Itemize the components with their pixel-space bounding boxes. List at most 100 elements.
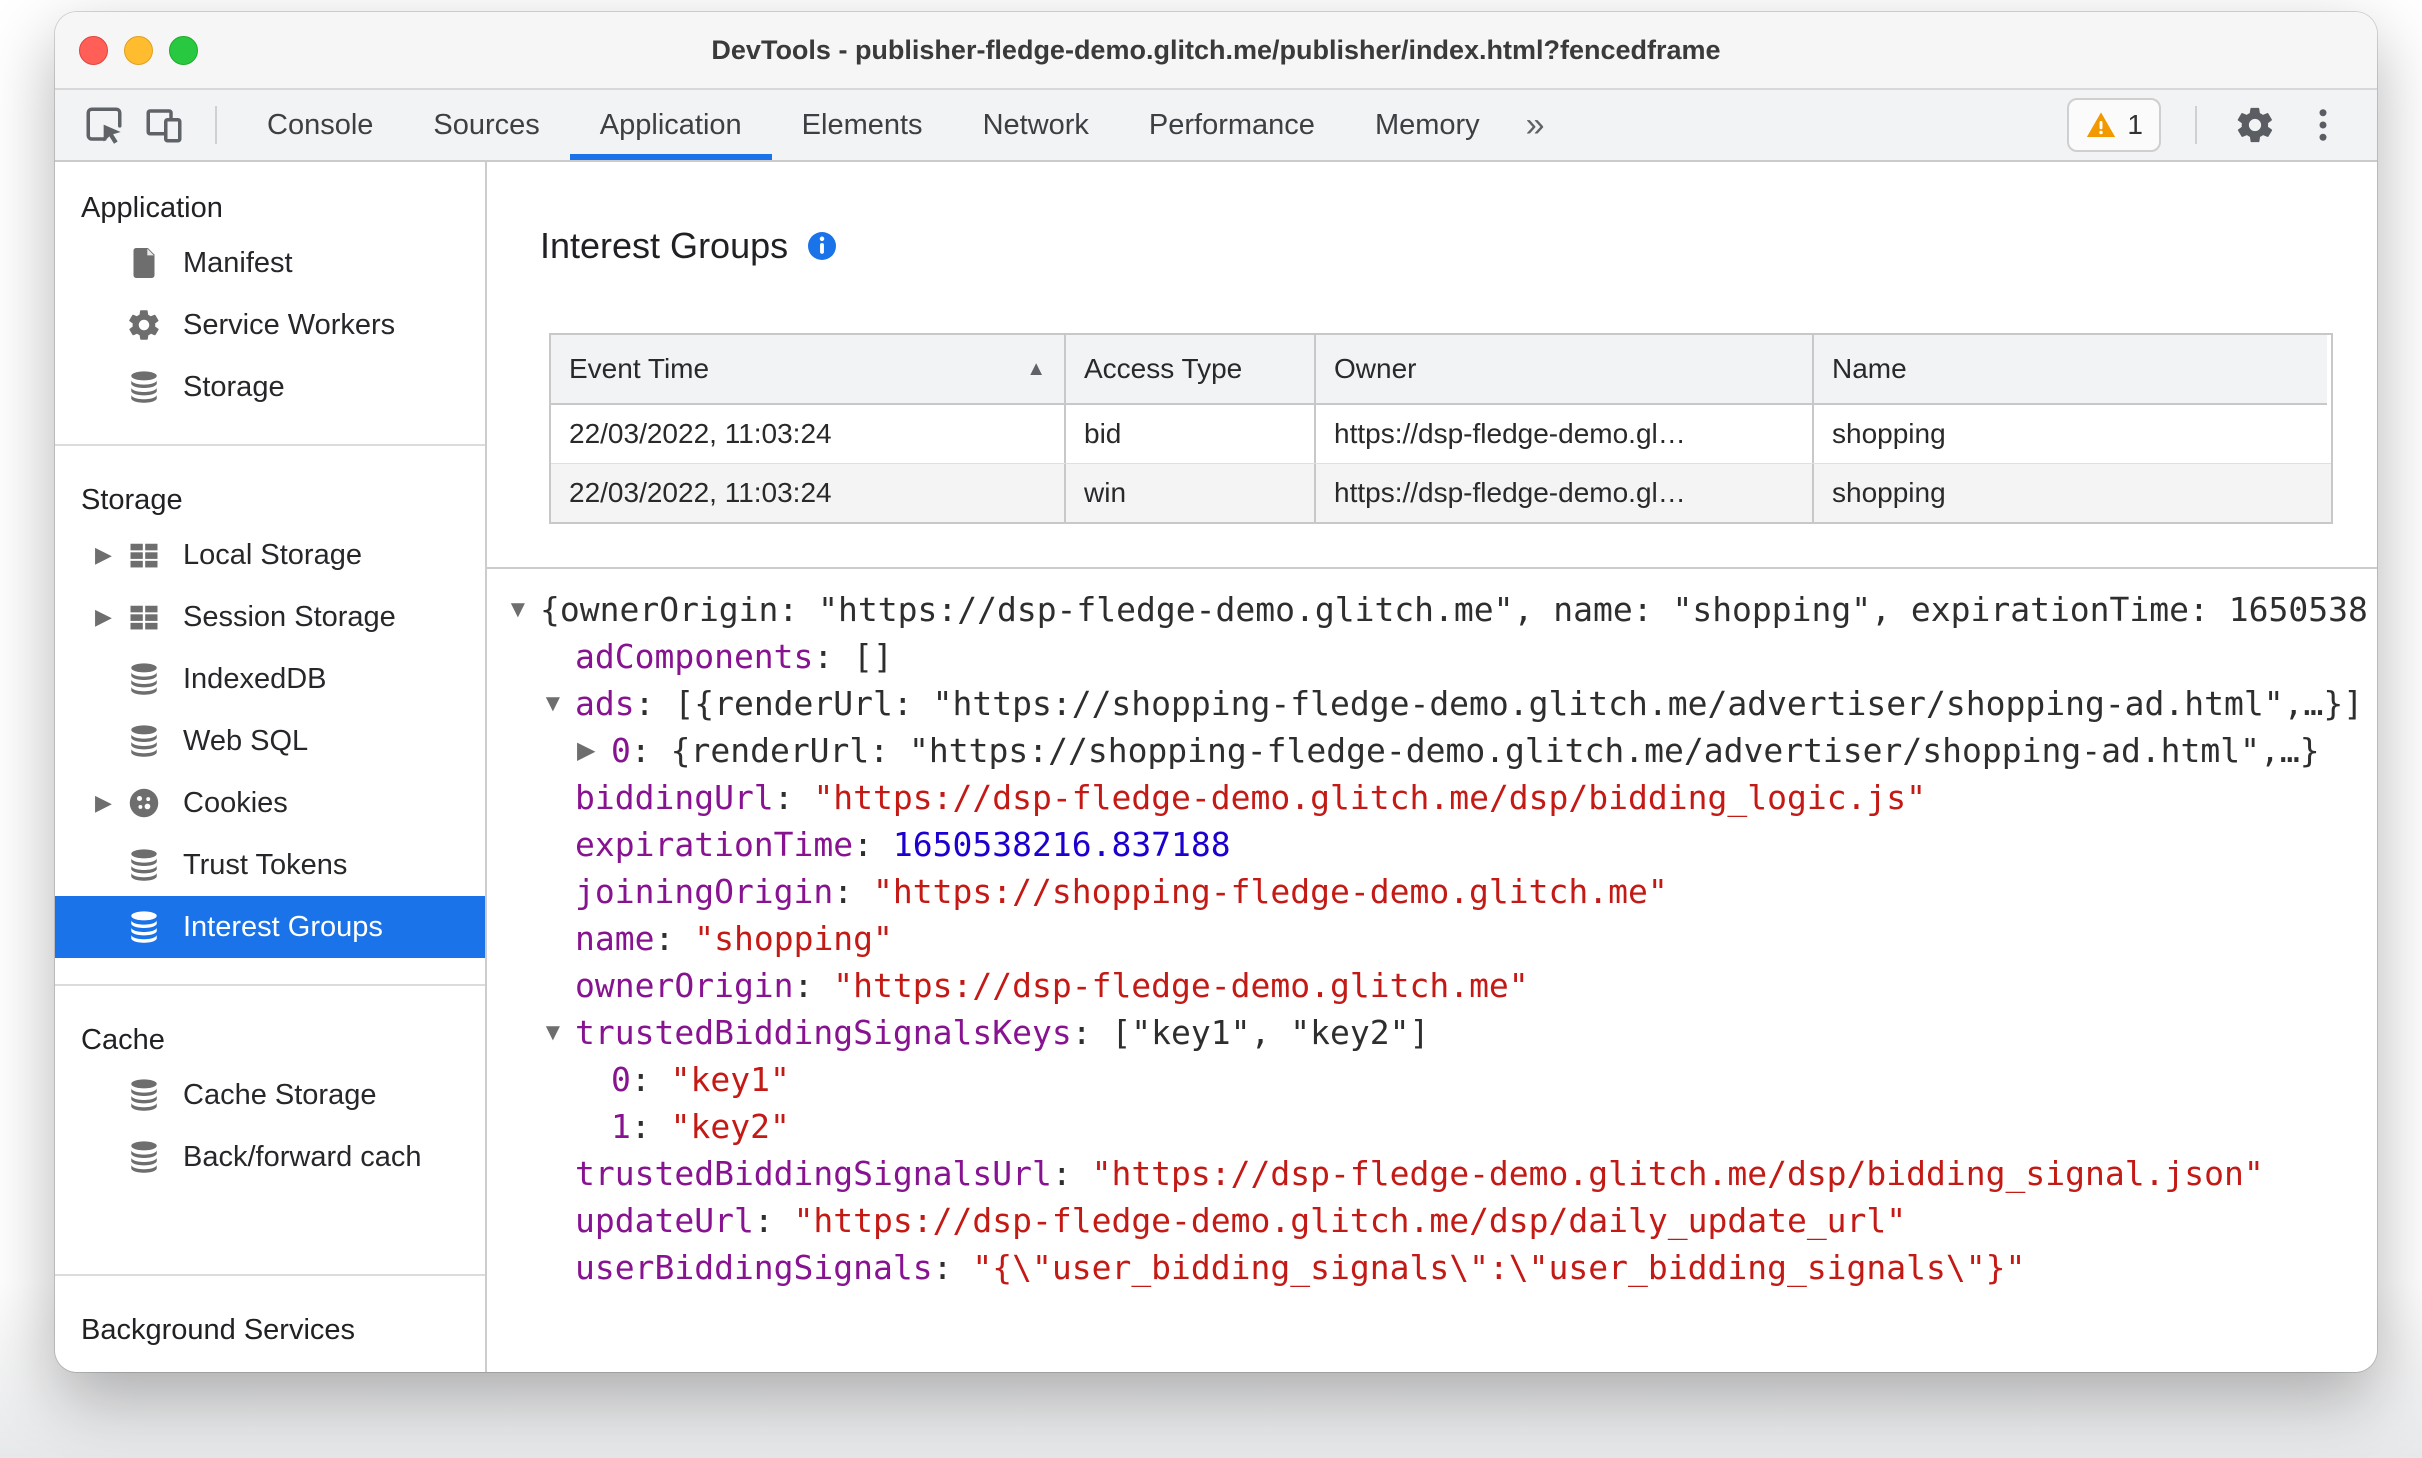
tab-memory[interactable]: Memory (1345, 90, 1510, 160)
database-icon (125, 908, 163, 946)
collapse-arrow-icon[interactable]: ▼ (541, 1009, 565, 1056)
devtools-window: DevTools - publisher-fledge-demo.glitch.… (55, 12, 2377, 1372)
tree-line[interactable]: ▼ ads: [{renderUrl: "https://shopping-fle… (487, 680, 2377, 727)
gear-icon (125, 306, 163, 344)
tree-line[interactable]: updateUrl: "https://dsp-fledge-demo.glit… (487, 1197, 2377, 1244)
sidebar-item-manifest[interactable]: Manifest (55, 232, 485, 294)
token-plain: : {renderUrl: "https://shopping-fledge-d… (630, 731, 2320, 770)
section-title: Storage (81, 483, 183, 516)
column-header-label: Name (1832, 353, 1907, 384)
device-toolbar-icon[interactable] (141, 102, 187, 148)
token-plain: : [] (813, 637, 893, 676)
info-icon[interactable] (806, 230, 838, 262)
sidebar-item-label: Session Storage (183, 600, 396, 633)
column-header-label: Access Type (1084, 353, 1243, 384)
tab-application[interactable]: Application (569, 90, 772, 160)
column-header-label: Event Time (569, 353, 710, 384)
token-string: "shopping" (694, 919, 893, 958)
expand-arrow-icon[interactable]: ▶ (577, 727, 595, 774)
tree-line[interactable]: ownerOrigin: "https://dsp-fledge-demo.gl… (487, 962, 2377, 1009)
kebab-menu-icon[interactable] (2299, 101, 2347, 149)
close-window-button[interactable] (79, 35, 108, 65)
toolbar-right-icons: 1 (2067, 90, 2377, 160)
expand-arrow-icon[interactable]: ▶ (95, 604, 125, 630)
tree-line[interactable]: trustedBiddingSignalsUrl: "https://dsp-f… (487, 1150, 2377, 1197)
token-plain: : (753, 1201, 794, 1240)
settings-gear-icon[interactable] (2231, 101, 2279, 149)
sidebar-item-local-storage[interactable]: ▶ Local Storage (55, 524, 485, 586)
tree-line[interactable]: name: "shopping" (487, 915, 2377, 962)
tree-line[interactable]: 0: "key1" (487, 1056, 2377, 1103)
minimize-window-button[interactable] (124, 35, 153, 65)
sidebar-item-indexeddb[interactable]: IndexedDB (55, 648, 485, 710)
sidebar-item-cache-storage[interactable]: Cache Storage (55, 1064, 485, 1126)
tree-line[interactable]: userBiddingSignals: "{\"user_bidding_sig… (487, 1244, 2377, 1291)
token-plain: : [{renderUrl: "https://shopping-fledge-… (634, 684, 2364, 723)
tree-line[interactable]: ▼ {ownerOrigin: "https://dsp-fledge-demo.… (487, 586, 2377, 633)
sidebar-item-label: Local Storage (183, 538, 362, 571)
toolbar-separator (2195, 106, 2197, 144)
sidebar-item-session-storage[interactable]: ▶ Session Storage (55, 586, 485, 648)
tree-line[interactable]: biddingUrl: "https://dsp-fledge-demo.gli… (487, 774, 2377, 821)
sidebar-item-interest-groups[interactable]: Interest Groups (55, 896, 485, 958)
events-table: Event Time ▲ Access Type Owner Name 22/03/20… (549, 333, 2333, 524)
sidebar-item-service-workers[interactable]: Service Workers (55, 294, 485, 356)
token-plain: : (654, 919, 695, 958)
tree-line[interactable]: 1: "key2" (487, 1103, 2377, 1150)
sidebar-item-web-sql[interactable]: Web SQL (55, 710, 485, 772)
grid-icon (125, 536, 163, 574)
sidebar-item-label: Back/forward cach (183, 1140, 422, 1173)
tree-line[interactable]: ▶ 0: {renderUrl: "https://shopping-fledge… (487, 727, 2377, 774)
column-header-access-type[interactable]: Access Type (1066, 335, 1316, 405)
token-name: updateUrl (575, 1201, 754, 1240)
token-name: name (575, 919, 655, 958)
expand-arrow-icon[interactable]: ▶ (95, 542, 125, 568)
token-string: "https://dsp-fledge-demo.glitch.me/dsp/d… (793, 1201, 1907, 1240)
warning-triangle-icon (2087, 112, 2116, 137)
sidebar-item-cookies[interactable]: ▶ Cookies (55, 772, 485, 834)
panel-title-row: Interest Groups (540, 222, 838, 270)
devtools-toolbar: Console Sources Application Elements Network… (55, 90, 2377, 162)
sidebar-item-trust-tokens[interactable]: Trust Tokens (55, 834, 485, 896)
application-sidebar: Application Manifest Service Workers Storag… (55, 162, 487, 1372)
token-name: userBiddingSignals (575, 1248, 933, 1287)
sidebar-item-storage[interactable]: Storage (55, 356, 485, 418)
tab-elements[interactable]: Elements (772, 90, 953, 160)
table-row[interactable]: 22/03/2022, 11:03:24 win https://dsp-fledg… (551, 463, 2331, 522)
title-bar: DevTools - publisher-fledge-demo.glitch.… (55, 12, 2377, 90)
token-name: 0 (611, 731, 631, 770)
inspect-element-icon[interactable] (81, 102, 127, 148)
collapse-arrow-icon[interactable]: ▼ (506, 586, 530, 633)
toolbar-separator (215, 106, 217, 144)
more-tabs-button[interactable]: » (1510, 90, 1561, 160)
tree-line[interactable]: joiningOrigin: "https://shopping-fledge-… (487, 868, 2377, 915)
sidebar-item-background-fetch[interactable]: Background Fetch (55, 1354, 485, 1373)
collapse-arrow-icon[interactable]: ▼ (541, 680, 565, 727)
token-name: 1 (611, 1107, 631, 1146)
document-icon (125, 244, 163, 282)
column-header-name[interactable]: Name (1814, 335, 2327, 405)
tab-console[interactable]: Console (237, 90, 403, 160)
tab-sources[interactable]: Sources (403, 90, 569, 160)
zoom-window-button[interactable] (169, 35, 198, 65)
tree-line[interactable]: expirationTime: 1650538216.837188 (487, 821, 2377, 868)
token-name: trustedBiddingSignalsUrl (575, 1154, 1052, 1193)
tree-line[interactable]: adComponents: [] (487, 633, 2377, 680)
cell: 22/03/2022, 11:03:24 (551, 405, 1066, 463)
tree-line[interactable]: ▼ trustedBiddingSignalsKeys: ["key1", "ke… (487, 1009, 2377, 1056)
database-icon (125, 722, 163, 760)
column-header-event-time[interactable]: Event Time ▲ (551, 335, 1066, 405)
token-plain: : (630, 1060, 671, 1099)
expand-arrow-icon[interactable]: ▶ (95, 790, 125, 816)
sidebar-item-back-forward-cach[interactable]: Back/forward cach (55, 1126, 485, 1188)
fetch-icon (125, 1366, 163, 1372)
table-row[interactable]: 22/03/2022, 11:03:24 bid https://dsp-fledg… (551, 405, 2331, 463)
sidebar-item-label: Manifest (183, 246, 293, 279)
token-plain: : (932, 1248, 973, 1287)
issues-warning-badge[interactable]: 1 (2067, 98, 2161, 152)
column-header-owner[interactable]: Owner (1316, 335, 1814, 405)
tab-network[interactable]: Network (953, 90, 1119, 160)
token-plain: {ownerOrigin: "https://dsp-fledge-demo.g… (540, 590, 2368, 629)
tab-performance[interactable]: Performance (1119, 90, 1345, 160)
sort-ascending-icon: ▲ (1026, 357, 1046, 380)
